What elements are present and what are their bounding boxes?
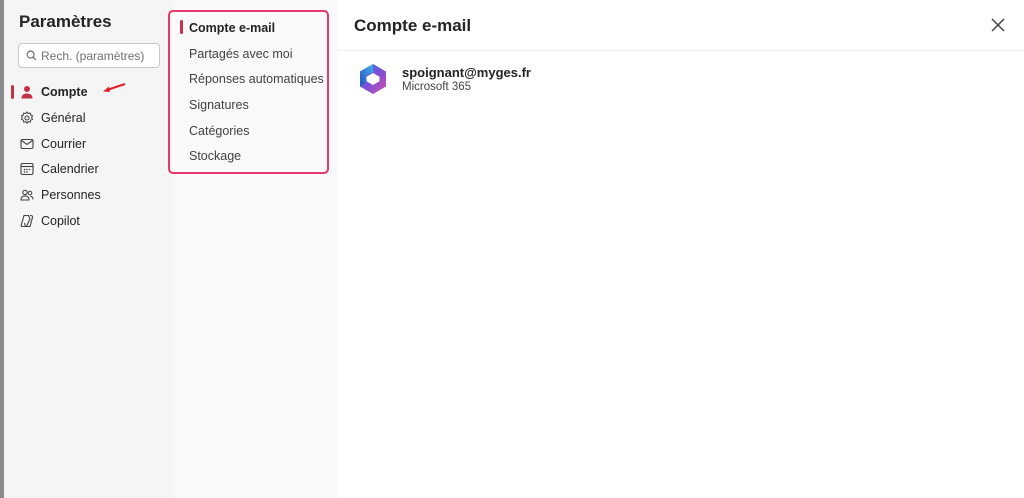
gear-icon: [20, 111, 34, 125]
nav-item-label: Général: [41, 111, 86, 125]
nav-item-general[interactable]: Général: [4, 106, 172, 130]
page-title: Compte e-mail: [354, 16, 472, 35]
settings-search[interactable]: [18, 43, 160, 68]
settings-dialog: Paramètres Compte Général: [4, 0, 1024, 498]
people-icon: [20, 189, 34, 201]
nav-item-label: Calendrier: [41, 162, 99, 176]
settings-title: Paramètres: [19, 12, 112, 31]
annotation-highlight-box: [168, 10, 329, 174]
search-icon: [26, 50, 37, 61]
nav-item-label: Compte: [41, 85, 88, 99]
calendar-icon: [20, 162, 34, 176]
microsoft-365-logo-icon: [360, 64, 386, 94]
account-email: spoignant@myges.fr: [402, 65, 531, 80]
close-icon[interactable]: [989, 16, 1007, 34]
mail-icon: [20, 138, 34, 150]
nav-item-label: Courrier: [41, 137, 87, 151]
account-product: Microsoft 365: [402, 81, 472, 93]
settings-nav: Paramètres Compte Général: [4, 0, 172, 498]
active-indicator: [11, 85, 14, 99]
copilot-icon: [20, 214, 34, 228]
nav-item-label: Copilot: [41, 214, 80, 228]
nav-item-courrier[interactable]: Courrier: [4, 132, 172, 156]
search-input[interactable]: [41, 45, 155, 66]
nav-item-calendrier[interactable]: Calendrier: [4, 157, 172, 181]
annotation-arrow-icon: [103, 83, 126, 92]
nav-item-copilot[interactable]: Copilot: [4, 209, 172, 233]
person-icon: [21, 86, 33, 99]
nav-item-label: Personnes: [41, 188, 101, 202]
header-divider: [338, 50, 1024, 51]
nav-item-personnes[interactable]: Personnes: [4, 183, 172, 207]
nav-item-compte[interactable]: Compte: [4, 80, 172, 104]
